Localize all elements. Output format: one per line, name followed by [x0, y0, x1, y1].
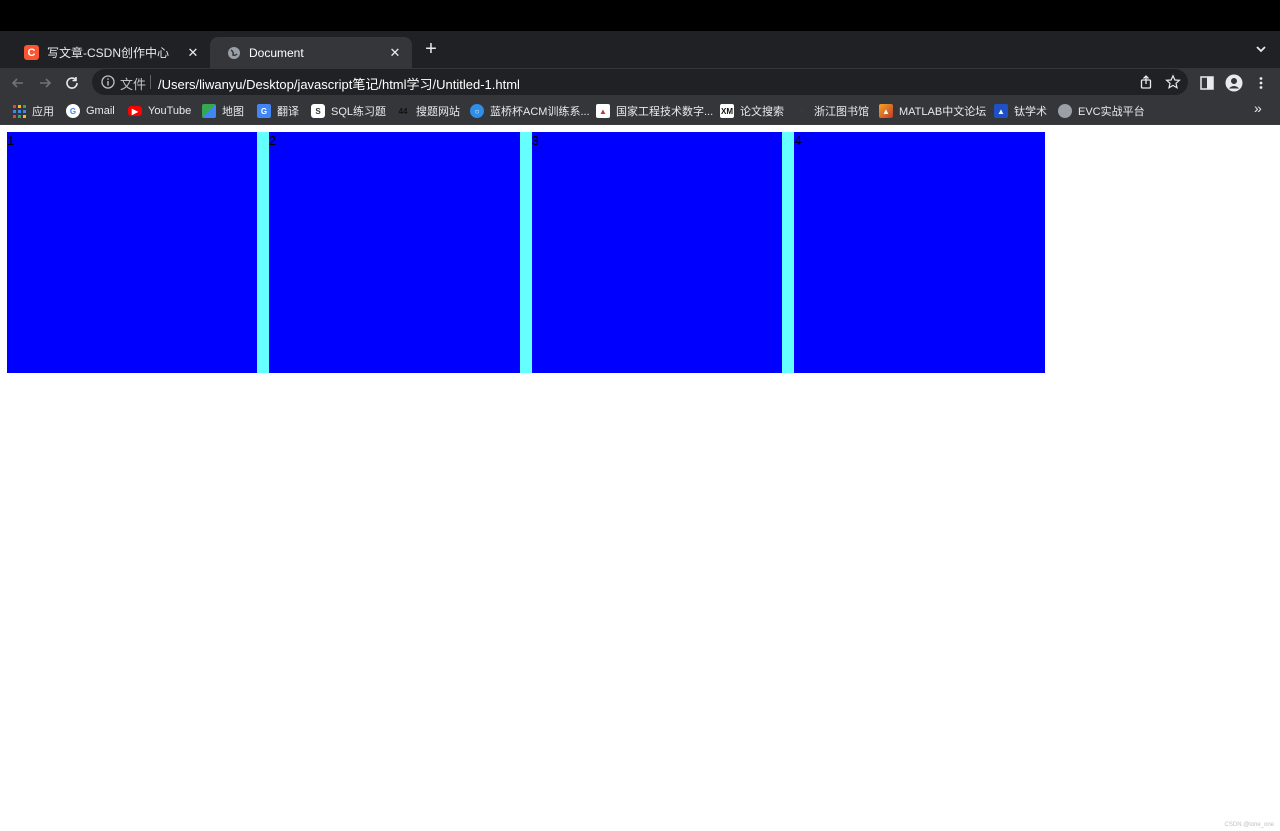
- bookmark-search-site[interactable]: 44 搜题网站: [396, 103, 460, 119]
- address-bar[interactable]: 文件 /Users/liwanyu/Desktop/javascript笔记/h…: [92, 69, 1188, 95]
- tab-search-button[interactable]: [1252, 40, 1270, 58]
- bookmark-evc[interactable]: EVC实战平台: [1058, 103, 1145, 119]
- bookmark-label: EVC实战平台: [1078, 106, 1145, 118]
- bookmark-label: 应用: [32, 106, 54, 118]
- tab-document[interactable]: Document ✕: [210, 37, 412, 68]
- bookmark-label: 钛学术: [1014, 106, 1047, 118]
- globe-icon: [226, 45, 241, 60]
- url-text[interactable]: /Users/liwanyu/Desktop/javascript笔记/html…: [158, 74, 520, 93]
- apps-grid-icon: [12, 104, 26, 118]
- box-gap: [519, 132, 532, 373]
- bookmark-engineering[interactable]: ▲ 国家工程技术数字...: [596, 103, 713, 119]
- chevron-down-icon: [1256, 46, 1266, 53]
- box-2: 2: [268, 132, 520, 373]
- graduation-cap-icon: ▲: [994, 104, 1008, 118]
- box-gap: [256, 132, 269, 373]
- forward-button[interactable]: [34, 72, 56, 94]
- reload-icon: [66, 77, 78, 89]
- tab-csdn[interactable]: C 写文章-CSDN创作中心 ✕: [8, 37, 210, 68]
- bookmark-lanqiao[interactable]: ○ 蓝桥杯ACM训练系...: [470, 103, 590, 119]
- share-icon[interactable]: [1138, 74, 1154, 90]
- bookmark-label: Gmail: [86, 105, 115, 117]
- bookmark-label: 论文搜索: [740, 106, 784, 118]
- bookmark-apps[interactable]: 应用: [12, 103, 54, 119]
- info-icon[interactable]: [100, 74, 116, 90]
- bookmark-label: 国家工程技术数字...: [616, 106, 714, 118]
- bookmark-label: 搜题网站: [416, 106, 460, 118]
- page-viewport: 1 2 3 4 CSDN @lone_one: [0, 125, 1280, 831]
- bookmark-library[interactable]: ~ 浙江图书馆: [794, 103, 869, 119]
- bookmark-taixueshu[interactable]: ▲ 钛学术: [994, 103, 1047, 119]
- close-icon[interactable]: ✕: [388, 45, 402, 60]
- globe-icon: [1058, 104, 1072, 118]
- watermark: CSDN @lone_one: [1224, 822, 1274, 828]
- url-scheme-label: 文件: [120, 77, 147, 92]
- tab-title: 写文章-CSDN创作中心: [47, 46, 169, 60]
- box-4: 4: [794, 132, 1046, 373]
- bookmark-label: YouTube: [148, 105, 192, 117]
- bookmark-label: MATLAB中文论坛: [899, 106, 987, 118]
- back-arrow-icon: [11, 78, 23, 88]
- box-row: 1 2 3 4: [7, 132, 1046, 373]
- google-icon: G: [66, 104, 80, 118]
- bookmark-paper-search[interactable]: XM 论文搜索: [720, 103, 784, 119]
- tab-title: Document: [249, 45, 304, 60]
- bookmark-star-icon[interactable]: [1165, 74, 1181, 90]
- side-panel-icon: [1200, 76, 1214, 90]
- reload-button[interactable]: [61, 72, 83, 94]
- avatar-icon: [1225, 74, 1243, 92]
- side-panel-button[interactable]: [1196, 72, 1218, 94]
- youtube-icon: ▶: [128, 106, 142, 116]
- xmol-icon: XM: [720, 104, 734, 118]
- bookmark-label: 翻译: [277, 106, 299, 118]
- box-3: 3: [531, 132, 783, 373]
- bookmark-gmail[interactable]: G Gmail: [66, 103, 115, 119]
- bookmark-sql[interactable]: S SQL练习题: [311, 103, 386, 119]
- lanqiao-icon: ○: [470, 104, 484, 118]
- matlab-icon: ▲: [879, 104, 893, 118]
- sql-icon: S: [311, 104, 325, 118]
- menu-button[interactable]: [1250, 72, 1272, 94]
- bookmark-translate[interactable]: G 翻译: [257, 103, 299, 119]
- bookmark-maps[interactable]: 地图: [202, 103, 244, 119]
- back-button[interactable]: [7, 72, 29, 94]
- chart-book-icon: ▲: [596, 104, 610, 118]
- maps-icon: [202, 104, 216, 118]
- bookmarks-bar: 应用 G Gmail ▶ YouTube 地图 G 翻译 S SQL练习题 44…: [0, 97, 1280, 125]
- divider: [150, 75, 151, 89]
- search-site-icon: 44: [398, 106, 408, 116]
- close-icon[interactable]: ✕: [186, 45, 200, 60]
- bookmark-matlab[interactable]: ▲ MATLAB中文论坛: [879, 103, 986, 119]
- csdn-logo-icon: C: [24, 45, 39, 60]
- translate-icon: G: [257, 104, 271, 118]
- os-menu-bar: [0, 0, 1280, 31]
- library-icon: ~: [798, 106, 804, 116]
- browser-toolbar: 文件 /Users/liwanyu/Desktop/javascript笔记/h…: [0, 68, 1280, 97]
- bookmark-youtube[interactable]: ▶ YouTube: [128, 103, 191, 119]
- bookmarks-overflow-button[interactable]: »: [1254, 100, 1262, 116]
- forward-arrow-icon: [40, 78, 52, 88]
- bookmark-label: 地图: [222, 106, 244, 118]
- bookmark-label: 蓝桥杯ACM训练系...: [490, 106, 590, 118]
- new-tab-button[interactable]: +: [420, 38, 442, 60]
- box-gap: [782, 132, 795, 373]
- kebab-menu-icon: [1259, 77, 1263, 89]
- bookmark-label: SQL练习题: [331, 106, 387, 118]
- tab-strip: C 写文章-CSDN创作中心 ✕ Document ✕: [0, 31, 1280, 68]
- box-1: 1: [7, 132, 257, 373]
- bookmark-label: 浙江图书馆: [814, 106, 869, 118]
- profile-button[interactable]: [1223, 72, 1245, 94]
